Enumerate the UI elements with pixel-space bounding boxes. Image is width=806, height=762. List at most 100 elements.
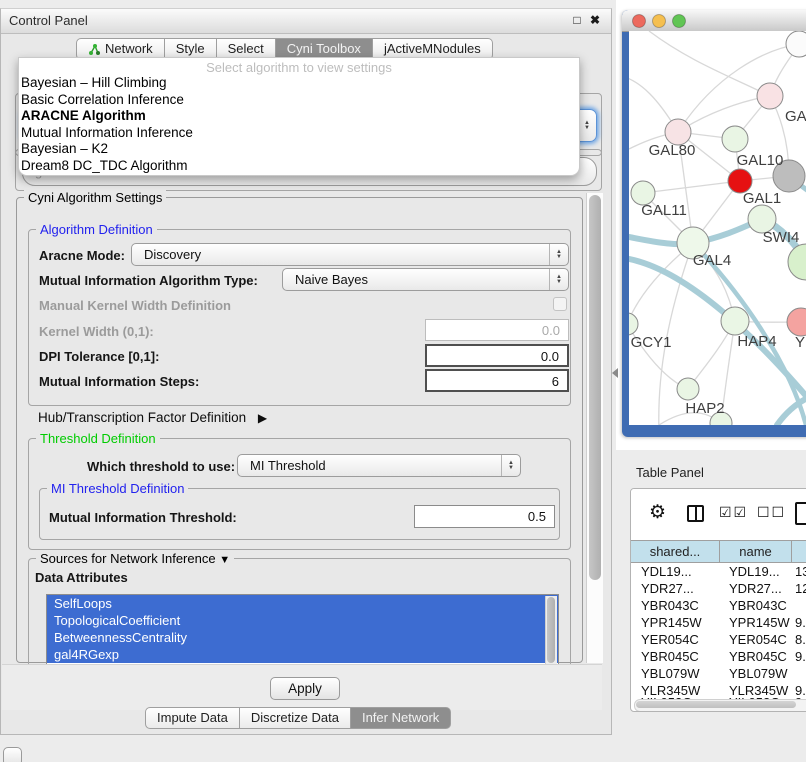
node-label: GAL11 bbox=[641, 202, 687, 219]
close-traffic-light[interactable] bbox=[633, 15, 646, 28]
node-salmon[interactable] bbox=[787, 308, 806, 336]
table-scrollbar-thumb[interactable] bbox=[636, 701, 796, 708]
tab-discretize-data-label: Discretize Data bbox=[251, 708, 339, 728]
column-header-name[interactable]: name bbox=[720, 540, 792, 563]
aracne-mode-combo[interactable]: Discovery ▲▼ bbox=[131, 243, 569, 266]
which-threshold-value: MI Threshold bbox=[238, 458, 501, 473]
table-cell[interactable]: YBR043C bbox=[641, 598, 699, 613]
popup-item-aracne[interactable]: ARACNE Algorithm bbox=[19, 108, 579, 125]
table-toolbar: ⚙ ☑☑ ☐☐ bbox=[631, 489, 806, 539]
sources-title[interactable]: Sources for Network Inference ▼ bbox=[36, 551, 234, 566]
table-cell[interactable]: YPR145W bbox=[641, 615, 702, 630]
column-header-clipped[interactable]: A bbox=[792, 540, 806, 563]
node-gal-right[interactable] bbox=[757, 83, 783, 109]
table-panel-title: Table Panel bbox=[636, 465, 704, 480]
node-gcy1[interactable] bbox=[629, 313, 638, 335]
zoom-traffic-light[interactable] bbox=[673, 15, 686, 28]
hub-tf-collapsible[interactable]: Hub/Transcription Factor Definition ▶ bbox=[38, 410, 267, 425]
mi-threshold-field[interactable]: 0.5 bbox=[414, 505, 555, 528]
node-green-right[interactable] bbox=[788, 244, 806, 280]
float-icon[interactable]: □ bbox=[569, 12, 585, 28]
hub-tf-label: Hub/Transcription Factor Definition bbox=[38, 410, 246, 425]
dpi-tolerance-field[interactable]: 0.0 bbox=[425, 344, 569, 367]
popup-item-dream8[interactable]: Dream8 DC_TDC Algorithm bbox=[19, 158, 579, 175]
kernel-width-label: Kernel Width (0,1): bbox=[39, 324, 154, 339]
table-cell[interactable]: YDR27... bbox=[641, 581, 694, 596]
node-hap2[interactable] bbox=[677, 378, 699, 400]
table-cell[interactable]: YDL19... bbox=[641, 564, 692, 579]
mi-steps-field[interactable]: 6 bbox=[425, 369, 569, 392]
deselect-all-columns-icon[interactable]: ☐☐ bbox=[757, 504, 786, 521]
sources-title-label: Sources for Network Inference bbox=[40, 551, 216, 566]
tab-cyni-toolbox-label: Cyni Toolbox bbox=[287, 39, 361, 59]
node[interactable] bbox=[786, 31, 806, 57]
popup-item-basic-correlation[interactable]: Basic Correlation Inference bbox=[19, 92, 579, 109]
table-cell[interactable]: YDL19... bbox=[729, 564, 780, 579]
popup-item-bayesian-hill-climbing[interactable]: Bayesian – Hill Climbing bbox=[19, 75, 579, 92]
minimize-traffic-light[interactable] bbox=[653, 15, 666, 28]
select-all-columns-icon[interactable]: ☑☑ bbox=[719, 504, 748, 521]
node-hap4[interactable] bbox=[721, 307, 749, 335]
tab-impute-data[interactable]: Impute Data bbox=[145, 707, 240, 729]
collapse-arrow-icon: ▼ bbox=[219, 554, 230, 566]
table-cell[interactable]: YER054C bbox=[641, 632, 699, 647]
list-item[interactable]: TopologicalCoefficient bbox=[47, 612, 558, 629]
tab-select-label: Select bbox=[228, 39, 264, 59]
mi-threshold-group-title: MI Threshold Definition bbox=[47, 481, 188, 496]
tab-jactivemnodules-label: jActiveMNodules bbox=[384, 39, 481, 59]
table-cell[interactable]: YBR045C bbox=[641, 649, 699, 664]
table-horizontal-scrollbar[interactable] bbox=[634, 699, 806, 712]
table-cell[interactable]: YBL079W bbox=[729, 666, 788, 681]
bottom-tabbar: Impute Data Discretize Data Infer Networ… bbox=[145, 707, 451, 729]
network-canvas[interactable]: GAL GAL80 GAL10 GAL1 GAL11 SWI4 GAL4 GCY… bbox=[629, 31, 806, 425]
threshold-definition-title: Threshold Definition bbox=[36, 431, 160, 446]
function-builder-icon[interactable] bbox=[795, 502, 806, 525]
mi-threshold-label: Mutual Information Threshold: bbox=[49, 510, 237, 525]
data-attributes-label: Data Attributes bbox=[35, 570, 128, 585]
gear-icon[interactable]: ⚙ bbox=[649, 501, 666, 524]
threshold-definition-group: Threshold Definition Which threshold to … bbox=[28, 438, 571, 550]
list-item[interactable]: gal4RGexp bbox=[47, 646, 558, 663]
settings-vertical-scrollbar[interactable] bbox=[586, 193, 603, 663]
minimized-panel-button[interactable] bbox=[3, 747, 22, 762]
column-header-shared-name[interactable]: shared... bbox=[631, 540, 720, 563]
mi-type-value: Naive Bayes bbox=[283, 272, 549, 287]
table-cell[interactable]: 8. bbox=[795, 632, 806, 647]
settings-scrollbar-thumb[interactable] bbox=[589, 195, 601, 580]
expand-arrow-icon: ▶ bbox=[250, 411, 267, 425]
list-item[interactable]: SelfLoops bbox=[47, 595, 558, 612]
kernel-width-field[interactable]: 0.0 bbox=[425, 319, 569, 341]
list-scrollbar-thumb[interactable] bbox=[547, 597, 555, 663]
table-cell[interactable]: YPR145W bbox=[729, 615, 790, 630]
network-graph: GAL GAL80 GAL10 GAL1 GAL11 SWI4 GAL4 GCY… bbox=[629, 31, 806, 425]
table-cell[interactable]: 9. bbox=[795, 615, 806, 630]
aracne-mode-value: Discovery bbox=[132, 247, 549, 262]
control-panel-titlebar[interactable]: Control Panel □ ✖ bbox=[1, 9, 611, 34]
table-cell[interactable]: YBR045C bbox=[729, 649, 787, 664]
table-cell[interactable]: YBR043C bbox=[729, 598, 787, 613]
panel-splitter-arrow-icon[interactable] bbox=[612, 368, 618, 378]
cyni-algorithm-settings-group: Cyni Algorithm Settings Algorithm Defini… bbox=[16, 197, 583, 663]
apply-button[interactable]: Apply bbox=[270, 677, 340, 700]
popup-item-mutual-information[interactable]: Mutual Information Inference bbox=[19, 125, 579, 142]
table-cell[interactable]: YDR27... bbox=[729, 581, 782, 596]
popup-item-bayesian-k2[interactable]: Bayesian – K2 bbox=[19, 141, 579, 158]
which-threshold-combo[interactable]: MI Threshold ▲▼ bbox=[237, 454, 521, 477]
table-cell[interactable]: YBL079W bbox=[641, 666, 700, 681]
mi-type-combo[interactable]: Naive Bayes ▲▼ bbox=[282, 268, 569, 291]
node-gal10[interactable] bbox=[722, 126, 748, 152]
tab-discretize-data[interactable]: Discretize Data bbox=[240, 707, 351, 729]
manual-kernel-checkbox[interactable] bbox=[553, 297, 567, 311]
table-cell[interactable]: 12 bbox=[795, 581, 806, 596]
tab-infer-network[interactable]: Infer Network bbox=[351, 707, 451, 729]
network-view-window: GAL GAL80 GAL10 GAL1 GAL11 SWI4 GAL4 GCY… bbox=[622, 10, 806, 437]
table-cell[interactable]: 13 bbox=[795, 564, 806, 579]
network-icon bbox=[88, 43, 101, 56]
screen: Control Panel □ ✖ Network Style Select C… bbox=[0, 0, 806, 762]
columns-icon[interactable] bbox=[687, 505, 704, 522]
close-icon[interactable]: ✖ bbox=[587, 12, 603, 28]
network-window-titlebar[interactable] bbox=[622, 10, 806, 32]
table-cell[interactable]: 9. bbox=[795, 649, 806, 664]
table-cell[interactable]: YER054C bbox=[729, 632, 787, 647]
list-item[interactable]: BetweennessCentrality bbox=[47, 629, 558, 646]
